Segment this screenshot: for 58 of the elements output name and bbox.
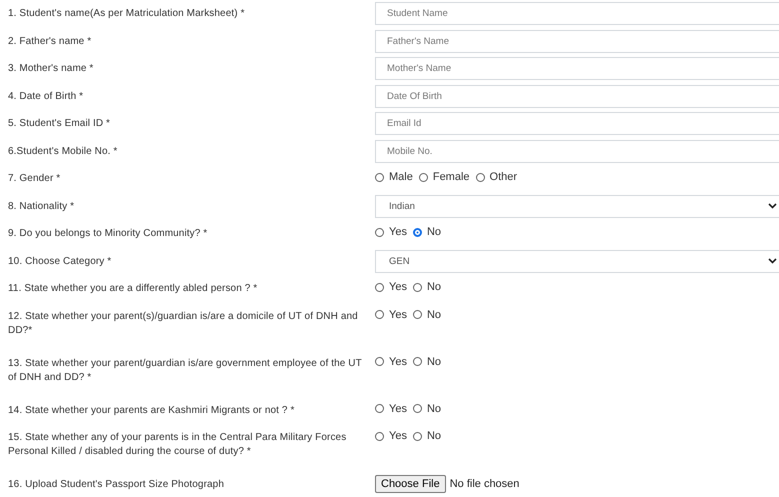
field-label: 14. State whether your parents are Kashmiri Migrants or not ? * (8, 404, 296, 418)
radio-option[interactable]: No (412, 430, 442, 442)
radio-button[interactable] (412, 282, 422, 292)
chevron-down-icon (768, 258, 777, 264)
radio-button[interactable] (375, 172, 384, 182)
radio-option[interactable]: Female (418, 171, 470, 183)
field-label: 5. Student's Email ID * (8, 117, 112, 131)
field-label: 2. Father's name * (8, 34, 92, 48)
radio-option[interactable]: Yes (375, 226, 407, 238)
radio-option[interactable]: No (412, 356, 442, 368)
radio-option[interactable]: Yes (375, 402, 407, 414)
radio-button[interactable] (375, 404, 384, 413)
radio-button[interactable] (412, 432, 422, 440)
dropdown[interactable]: Indian (375, 194, 779, 218)
text-field[interactable]: Email Id (375, 112, 779, 135)
field-label: 15. State whether any of your parents is in the Central Para Military Forces Personal Killed / disabled during the course of duty? * (8, 431, 348, 459)
radio-button[interactable] (412, 404, 422, 413)
field-label: 4. Date of Birth * (8, 90, 84, 104)
field-label: 8. Nationality * (8, 200, 76, 214)
radio-button[interactable] (375, 282, 384, 292)
text-field[interactable]: Mobile No. (375, 140, 779, 162)
field-label: 10. Choose Category * (8, 254, 112, 268)
field-label: 16. Upload Student's Passport Size Photograph (8, 478, 225, 492)
field-label: 3. Mother's name * (8, 62, 94, 76)
radio-option[interactable]: Other (476, 171, 518, 183)
radio-button[interactable] (412, 310, 422, 319)
radio-option[interactable]: Yes (375, 356, 407, 368)
radio-button[interactable] (375, 432, 384, 440)
radio-button[interactable] (418, 172, 428, 182)
field-label: 1. Student's name(As per Matriculation Marksheet) * (8, 7, 246, 21)
text-field[interactable]: Date Of Birth (375, 84, 779, 108)
radio-option[interactable]: Yes (375, 430, 407, 442)
radio-button[interactable] (375, 228, 384, 236)
field-label: 11. State whether you are a differently abled person ? * (8, 282, 258, 296)
chevron-down-icon (768, 203, 777, 209)
dropdown[interactable]: GEN (375, 250, 779, 272)
radio-button[interactable] (476, 172, 485, 182)
text-field[interactable]: Student Name (375, 2, 779, 25)
choose-file-button[interactable]: Choose File (375, 475, 446, 493)
radio-button[interactable] (375, 357, 384, 366)
radio-option[interactable]: No (412, 402, 442, 414)
text-field[interactable]: Father's Name (375, 30, 779, 52)
field-label: 9. Do you belongs to Minority Community? * (8, 227, 208, 241)
text-field[interactable]: Mother's Name (375, 57, 779, 80)
field-label: 7. Gender * (8, 172, 62, 186)
radio-option[interactable]: No (412, 226, 442, 238)
radio-option[interactable]: No (412, 308, 442, 320)
radio-button[interactable] (412, 357, 422, 366)
file-status: No file chosen (450, 478, 520, 490)
radio-button[interactable] (375, 310, 384, 319)
field-label: 12. State whether your parent(s)/guardian is/are a domicile of UT of DNH and DD?* (8, 310, 359, 338)
field-label: 13. State whether your parent/guardian is/are government employee of the UT of DNH and DD? * (8, 356, 363, 384)
radio-option[interactable]: Yes (375, 281, 407, 293)
radio-option[interactable]: Yes (375, 308, 407, 320)
radio-option[interactable]: Male (375, 171, 413, 183)
field-label: 6.Student's Mobile No. * (8, 144, 118, 158)
radio-button[interactable] (412, 228, 422, 236)
radio-option[interactable]: No (412, 281, 442, 293)
